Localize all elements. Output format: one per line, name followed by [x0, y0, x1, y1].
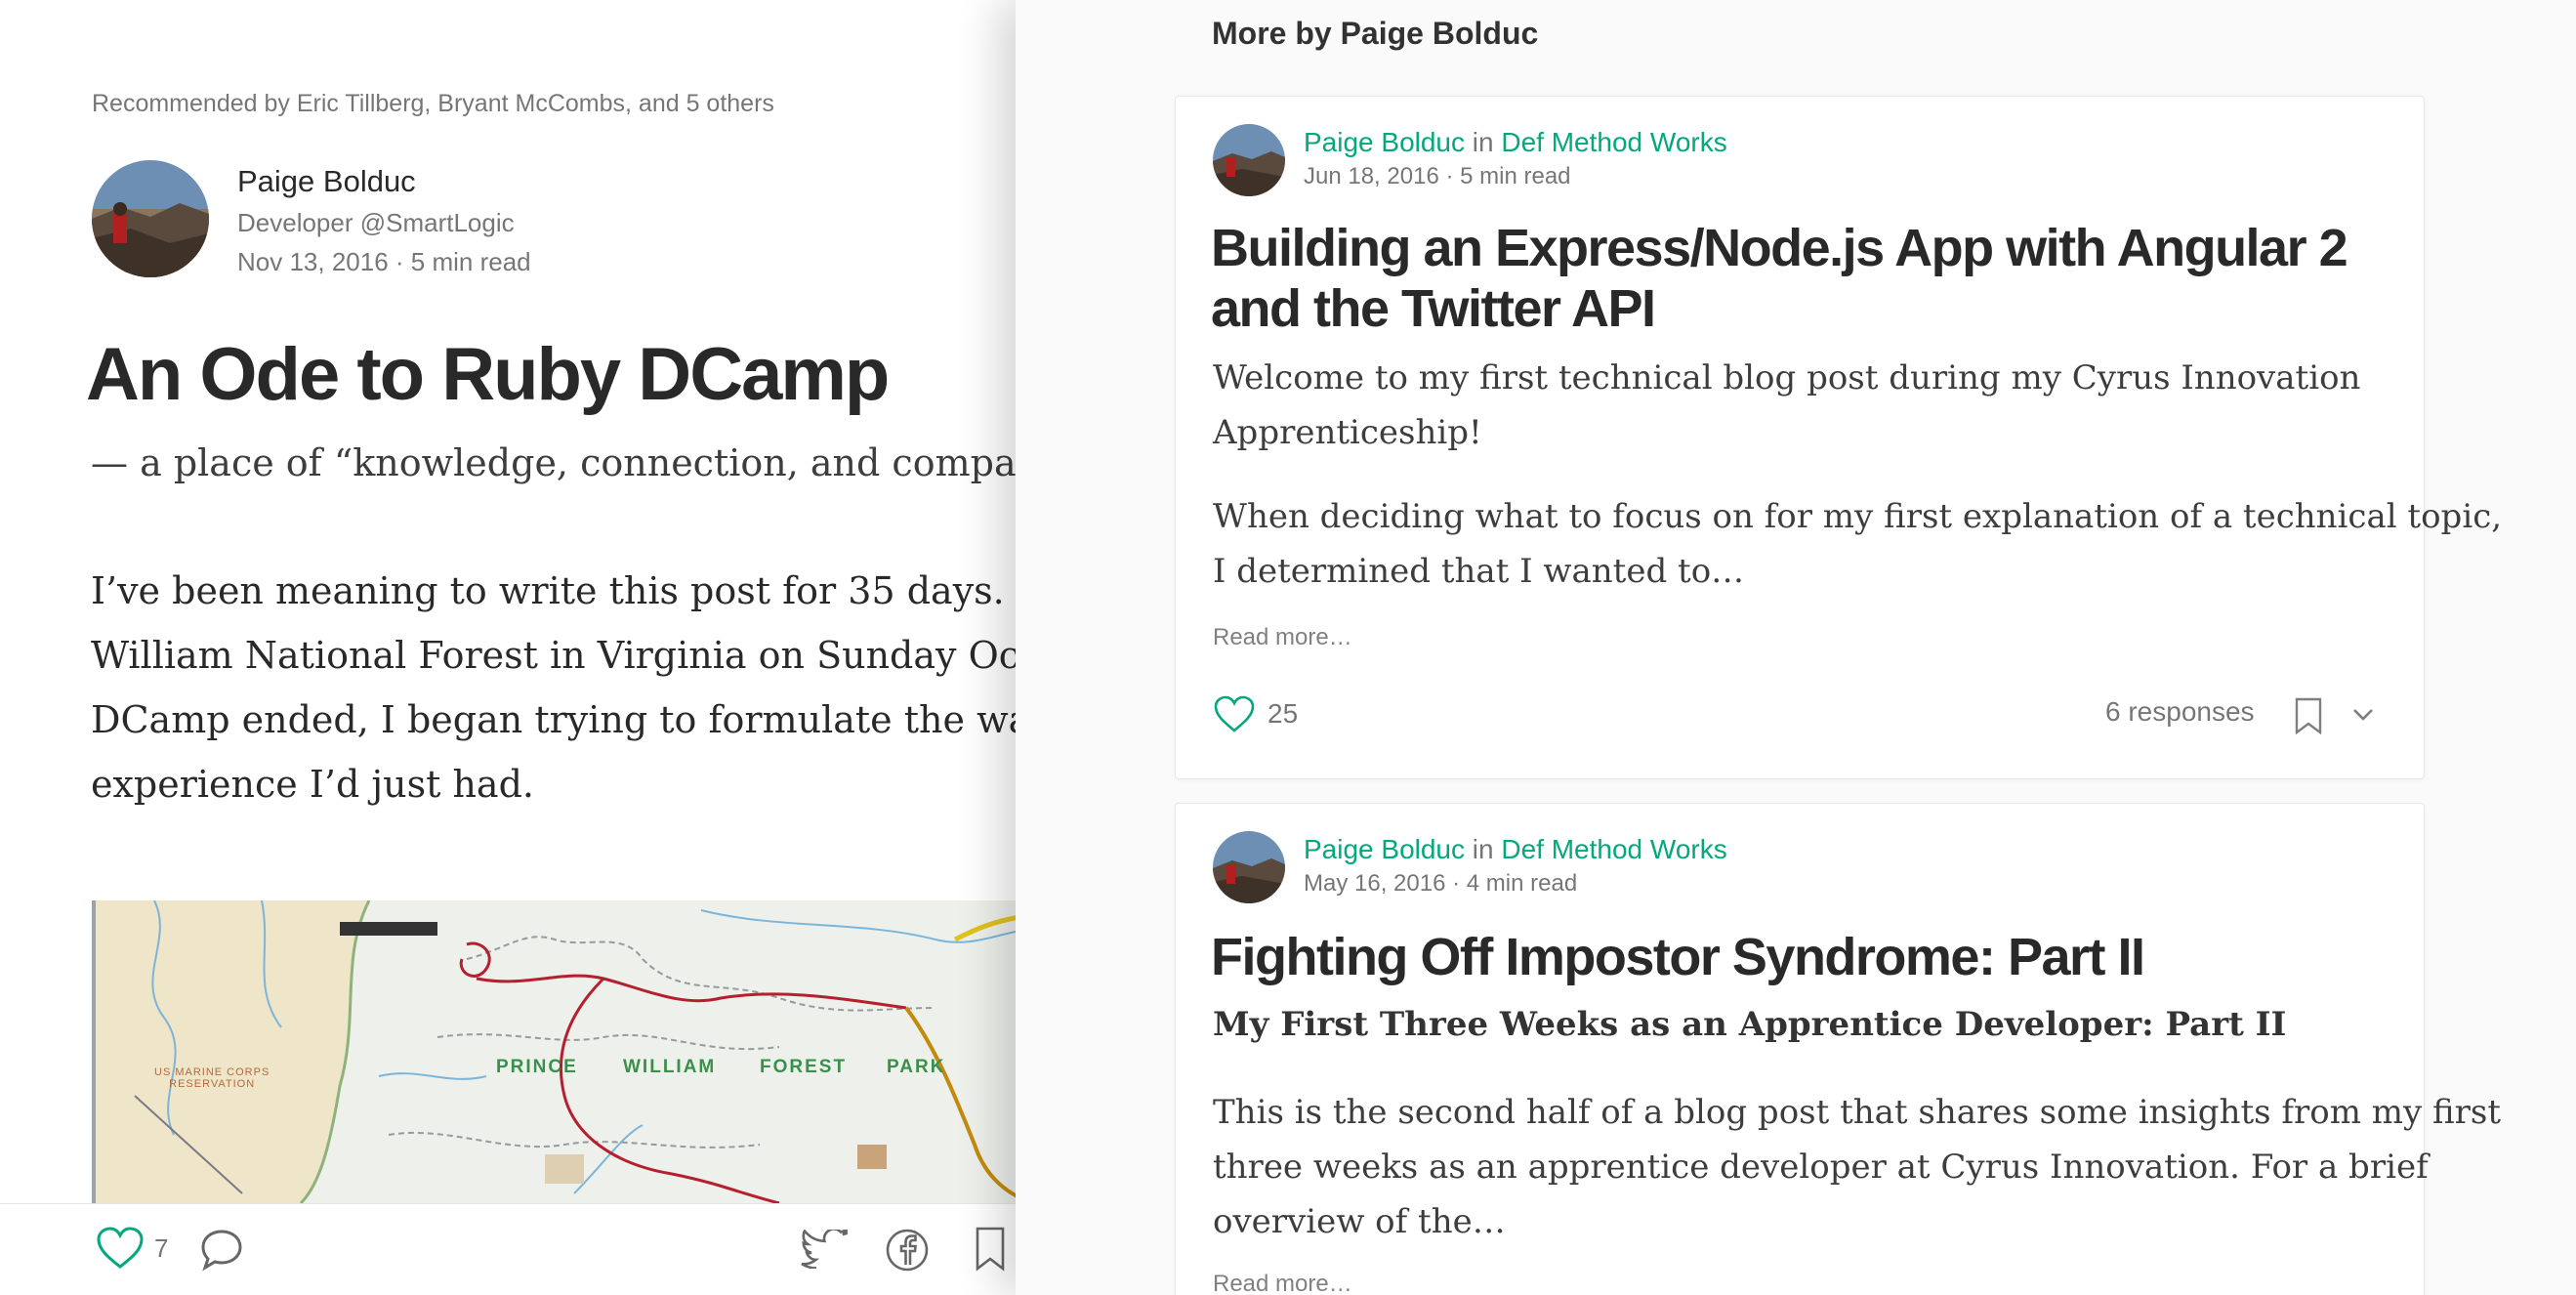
paragraph-line: Welcome to my first technical blog post …	[1213, 358, 2361, 397]
panel-heading: More by Paige Bolduc	[1212, 16, 1539, 51]
card-byline: Paige Bolduc in Def Method Works	[1304, 127, 1727, 158]
card-date: Jun 18, 2016	[1304, 163, 1439, 189]
author-avatar[interactable]	[92, 160, 209, 277]
story-card[interactable]: Paige Bolduc in Def Method Works Jun 18,…	[1175, 96, 2503, 779]
body-line: DCamp ended, I began trying to formulate…	[91, 698, 1016, 741]
card-title[interactable]: Fighting Off Impostor Syndrome: Part II	[1211, 927, 2145, 987]
map-label: FOREST	[760, 1057, 848, 1077]
recommended-by[interactable]: Recommended by Eric Tillberg, Bryant McC…	[92, 90, 774, 118]
card-byline: Paige Bolduc in Def Method Works	[1304, 834, 1727, 865]
card-in-label: in	[1472, 127, 1494, 157]
card-in-label: in	[1472, 834, 1494, 864]
map-label: PRINCE	[496, 1057, 578, 1077]
author-avatar[interactable]	[1213, 831, 1285, 903]
paragraph-line: Apprenticeship!	[1213, 413, 1482, 452]
twitter-icon[interactable]	[801, 1230, 848, 1269]
meta-separator: ·	[1445, 163, 1461, 189]
card-title-line: and the Twitter API	[1211, 279, 1656, 338]
author-name[interactable]: Paige Bolduc	[237, 164, 416, 199]
card-title[interactable]: Building an Express/Node.js App with Ang…	[1211, 218, 2348, 339]
paragraph-line: I determined that I wanted to…	[1213, 552, 1745, 591]
card-publication-link[interactable]: Def Method Works	[1501, 834, 1726, 864]
park-map-image[interactable]: PRINCE WILLIAM FOREST PARK US MARINE COR…	[92, 900, 1016, 1203]
card-author-link[interactable]: Paige Bolduc	[1304, 834, 1465, 864]
story-card[interactable]: Paige Bolduc in Def Method Works May 16,…	[1175, 803, 2502, 1295]
card-meta: May 16, 2016 · 4 min read	[1304, 870, 1577, 898]
article-meta: Nov 13, 2016 · 5 min read	[237, 247, 531, 277]
more-by-author-panel: More by Paige Bolduc Paige Bolduc in Def…	[1016, 0, 2576, 1295]
body-line: I’ve been meaning to write this post for…	[91, 569, 1016, 612]
paragraph-line: This is the second half of a blog post t…	[1213, 1093, 2502, 1132]
article-subtitle: — a place of “knowledge, connection, and…	[91, 441, 1016, 484]
author-avatar[interactable]	[1213, 124, 1285, 196]
card-meta: Jun 18, 2016 · 5 min read	[1304, 163, 1571, 190]
card-subtitle: My First Three Weeks as an Apprentice De…	[1213, 1005, 2287, 1044]
read-more-link[interactable]: Read more…	[1213, 1271, 1352, 1295]
article-action-bar: 7	[0, 1203, 1016, 1295]
paragraph-line: three weeks as an apprentice developer a…	[1213, 1148, 2429, 1187]
author-bio: Developer @SmartLogic	[237, 208, 515, 237]
card-like-count: 25	[1267, 698, 1299, 729]
card-title-line: Building an Express/Node.js App with Ang…	[1211, 219, 2348, 277]
heart-icon[interactable]	[1213, 694, 1256, 733]
facebook-icon[interactable]	[885, 1228, 930, 1273]
paragraph-line: When deciding what to focus on for my fi…	[1213, 497, 2503, 536]
card-read-time: 5 min read	[1460, 163, 1571, 189]
bookmark-icon[interactable]	[973, 1226, 1008, 1273]
heart-icon[interactable]	[96, 1226, 145, 1271]
bookmark-icon[interactable]	[2293, 696, 2324, 735]
like-count: 7	[154, 1233, 169, 1263]
body-line: William National Forest in Virginia on S…	[91, 634, 1016, 677]
card-author-link[interactable]: Paige Bolduc	[1304, 127, 1465, 157]
card-paragraph: This is the second half of a blog post t…	[1213, 1085, 2502, 1249]
comment-icon[interactable]	[199, 1228, 244, 1273]
card-read-time: 4 min read	[1466, 870, 1578, 897]
card-responses-link[interactable]: 6 responses	[2105, 696, 2255, 728]
article-date: Nov 13, 2016	[237, 247, 389, 276]
map-label-marine: US MARINE CORPS RESERVATION	[154, 1066, 270, 1090]
map-label: WILLIAM	[623, 1057, 717, 1077]
article-title: An Ode to Ruby DCamp	[86, 333, 890, 416]
card-paragraph: When deciding what to focus on for my fi…	[1213, 489, 2503, 599]
chevron-down-icon[interactable]	[2349, 700, 2377, 728]
card-date: May 16, 2016	[1304, 870, 1446, 897]
article-body: I’ve been meaning to write this post for…	[91, 559, 1016, 816]
meta-separator: ·	[395, 247, 411, 276]
card-paragraph: Welcome to my first technical blog post …	[1213, 351, 2394, 460]
paragraph-line: overview of the…	[1213, 1202, 1506, 1241]
article-view: Recommended by Eric Tillberg, Bryant McC…	[0, 0, 1016, 1295]
meta-separator: ·	[1452, 870, 1467, 897]
body-line: experience I’d just had.	[91, 763, 534, 806]
card-publication-link[interactable]: Def Method Works	[1501, 127, 1726, 157]
map-label: PARK	[887, 1057, 946, 1077]
article-read-time: 5 min read	[410, 247, 531, 276]
read-more-link[interactable]: Read more…	[1213, 624, 1352, 651]
